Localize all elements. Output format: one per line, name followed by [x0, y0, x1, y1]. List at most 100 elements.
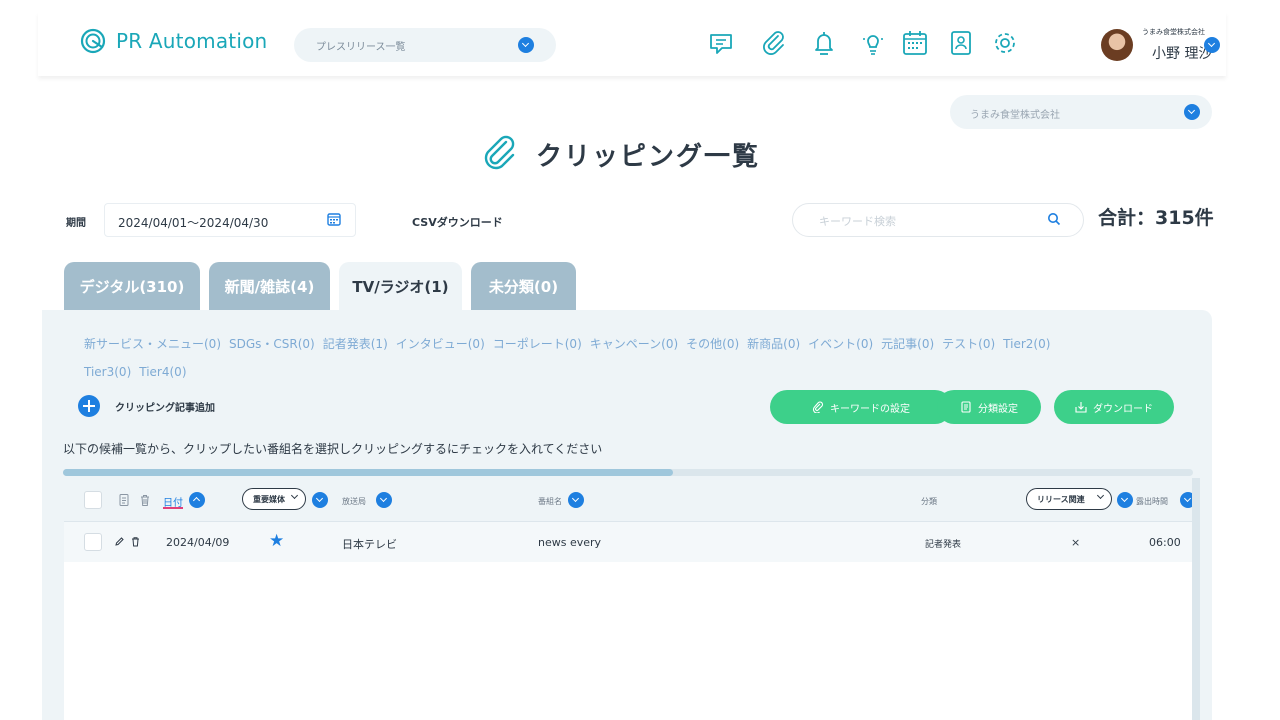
select-all-checkbox[interactable]: [84, 491, 102, 509]
download-icon: [1075, 402, 1087, 413]
clipping-table: 日付 重要媒体 放送局 番組名 分類 リリース関連 露出時間 2024/04/0…: [64, 478, 1196, 720]
release-related-label: リリース関連: [1037, 495, 1085, 504]
media-tabs: デジタル(310) 新聞/雑誌(4) TV/ラジオ(1) 未分類(0): [64, 262, 585, 310]
gear-icon[interactable]: [990, 28, 1020, 58]
plus-icon: [78, 395, 100, 417]
sort-down-icon[interactable]: [312, 492, 328, 508]
paperclip-icon[interactable]: [759, 28, 789, 58]
chevron-down-icon: [290, 491, 299, 500]
press-release-select[interactable]: プレスリリース一覧: [294, 28, 556, 62]
release-related-select[interactable]: リリース関連: [1026, 488, 1112, 510]
row-station: 日本テレビ: [342, 538, 397, 551]
logo-text: PR Automation: [116, 29, 268, 53]
keyword-settings-button[interactable]: キーワードの設定: [770, 390, 952, 424]
instruction-text: 以下の候補一覧から、クリップしたい番組名を選択しクリッピングするにチェックを入れ…: [63, 442, 603, 456]
exposure-time-column-header: 露出時間: [1136, 497, 1168, 506]
category-link[interactable]: Tier3(0): [84, 365, 131, 379]
table-vertical-scrollbar[interactable]: [1192, 478, 1200, 720]
paperclip-icon: [812, 401, 824, 413]
edit-icon[interactable]: [114, 536, 125, 547]
tab-uncategorized[interactable]: 未分類(0): [471, 262, 576, 310]
category-settings-button[interactable]: 分類設定: [937, 390, 1041, 424]
csv-download-link[interactable]: CSVダウンロード: [412, 214, 503, 230]
star-icon[interactable]: ★: [269, 531, 284, 551]
company-select-value: うまみ食堂株式会社: [970, 110, 1060, 121]
page-title: クリッピング一覧: [536, 141, 761, 172]
category-link[interactable]: その他(0): [686, 337, 739, 351]
app-root: PR Automation プレスリリース一覧 うまみ食堂株式会社 小野 理沙: [0, 0, 1280, 720]
keyword-search-input[interactable]: キーワード検索: [792, 203, 1084, 237]
category-settings-label: 分類設定: [978, 403, 1018, 415]
logo[interactable]: PR Automation: [80, 28, 267, 54]
category-filter-list: 新サービス・メニュー(0) SDGs・CSR(0) 記者発表(1) インタビュー(0)…: [84, 330, 1194, 386]
paperclip-title-icon: [484, 135, 515, 170]
category-link[interactable]: 新商品(0): [747, 337, 800, 351]
tab-tv-radio[interactable]: TV/ラジオ(1): [339, 262, 462, 310]
user-company: うまみ食堂株式会社: [1142, 28, 1205, 36]
period-input[interactable]: 2024/04/01〜2024/04/30: [104, 203, 356, 237]
company-select[interactable]: うまみ食堂株式会社: [950, 95, 1212, 129]
chevron-down-icon: [1184, 104, 1200, 120]
chevron-down-icon: [518, 37, 534, 53]
user-menu-chevron-icon[interactable]: [1204, 37, 1220, 53]
top-header: PR Automation プレスリリース一覧: [38, 12, 1226, 76]
period-label: 期間: [66, 218, 86, 229]
row-release-related: ×: [1071, 536, 1081, 549]
category-link[interactable]: 元記事(0): [881, 337, 934, 351]
tab-digital[interactable]: デジタル(310): [64, 262, 200, 310]
category-link[interactable]: 新サービス・メニュー(0): [84, 337, 221, 351]
category-link[interactable]: 記者発表(1): [323, 337, 388, 351]
important-media-label: 重要媒体: [253, 495, 285, 504]
calendar-icon[interactable]: [327, 212, 341, 226]
keyword-search-placeholder: キーワード検索: [819, 215, 896, 228]
category-link[interactable]: インタビュー(0): [396, 337, 485, 351]
download-button[interactable]: ダウンロード: [1054, 390, 1174, 424]
bell-icon[interactable]: [809, 28, 839, 58]
search-icon[interactable]: [1047, 212, 1061, 226]
lightbulb-icon[interactable]: [858, 28, 888, 58]
trash-icon[interactable]: [130, 536, 141, 547]
download-label: ダウンロード: [1093, 403, 1153, 415]
row-program[interactable]: news every: [538, 536, 601, 549]
row-category: 記者発表: [925, 540, 962, 550]
category-link[interactable]: テスト(0): [942, 337, 995, 351]
chevron-down-icon: [1096, 491, 1105, 500]
category-link[interactable]: Tier4(0): [139, 365, 186, 379]
table-horizontal-scrollbar[interactable]: [63, 469, 1193, 476]
category-link[interactable]: Tier2(0): [1003, 337, 1050, 351]
page-title-block: クリッピング一覧: [478, 132, 760, 176]
table-header: 日付 重要媒体 放送局 番組名 分類 リリース関連 露出時間: [64, 478, 1196, 522]
calendar-icon[interactable]: [900, 28, 930, 58]
contact-icon[interactable]: [946, 28, 976, 58]
add-clipping-button[interactable]: クリッピング記事追加: [78, 395, 215, 417]
period-value: 2024/04/01〜2024/04/30: [118, 216, 269, 230]
press-release-select-value: プレスリリース一覧: [316, 41, 406, 53]
important-media-select[interactable]: 重要媒体: [242, 488, 306, 510]
chat-icon[interactable]: [706, 28, 736, 58]
document-icon: [961, 401, 971, 413]
category-link[interactable]: キャンペーン(0): [590, 337, 678, 351]
scrollbar-thumb[interactable]: [63, 469, 674, 476]
program-column-header: 番組名: [538, 497, 562, 506]
trash-icon[interactable]: [138, 493, 152, 507]
table-row[interactable]: 2024/04/09 ★ 日本テレビ news every 記者発表 × 06:…: [64, 522, 1194, 562]
category-link[interactable]: SDGs・CSR(0): [229, 337, 315, 351]
sort-down-icon[interactable]: [376, 492, 392, 508]
sort-up-icon[interactable]: [189, 492, 205, 508]
station-column-header: 放送局: [342, 497, 366, 506]
category-link[interactable]: コーポレート(0): [493, 337, 582, 351]
tab-newspaper-magazine[interactable]: 新聞/雑誌(4): [209, 262, 330, 310]
logo-icon: [80, 28, 106, 54]
category-column-header: 分類: [921, 497, 937, 506]
row-date: 2024/04/09: [166, 536, 230, 549]
row-checkbox[interactable]: [84, 533, 102, 551]
document-icon[interactable]: [117, 493, 131, 507]
total-count: 合計：315件: [1098, 207, 1214, 229]
sort-down-icon[interactable]: [568, 492, 584, 508]
add-clipping-label: クリッピング記事追加: [115, 402, 215, 414]
date-column-header[interactable]: 日付: [163, 494, 183, 509]
category-link[interactable]: イベント(0): [808, 337, 873, 351]
sort-down-icon[interactable]: [1117, 492, 1133, 508]
avatar[interactable]: [1101, 29, 1133, 61]
keyword-settings-label: キーワードの設定: [830, 403, 910, 415]
